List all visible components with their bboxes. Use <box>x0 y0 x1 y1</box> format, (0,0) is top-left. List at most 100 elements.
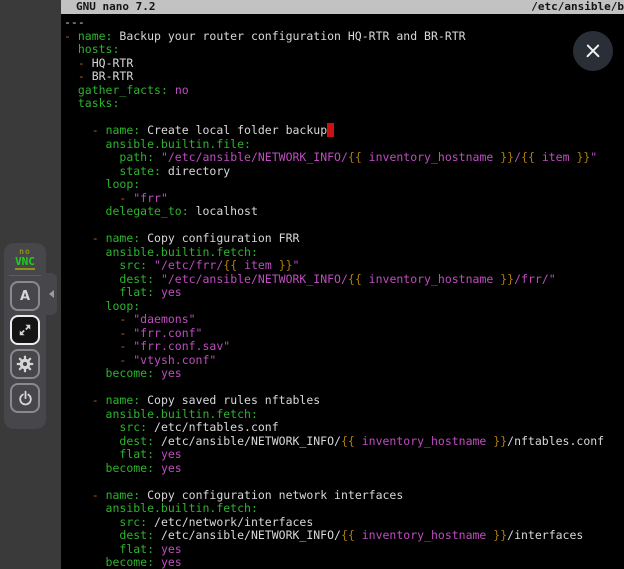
editor-line[interactable]: loop: <box>64 300 624 314</box>
code-token: dest: <box>119 272 154 286</box>
code-token: }} <box>500 272 514 286</box>
code-token <box>154 272 161 286</box>
code-token: name: <box>106 393 141 407</box>
code-token: --- <box>64 15 85 29</box>
code-token: become: <box>106 461 154 475</box>
code-token: BR-RTR <box>92 69 134 83</box>
code-token: name: <box>106 231 141 245</box>
control-bar-handle[interactable] <box>46 273 57 315</box>
code-token <box>154 461 161 475</box>
editor-line[interactable] <box>64 219 624 233</box>
code-token <box>64 137 106 151</box>
editor-line[interactable]: tasks: <box>64 97 624 111</box>
editor-line[interactable]: - "vtysh.conf" <box>64 354 624 368</box>
fullscreen-button[interactable] <box>10 315 40 345</box>
code-token: flat: <box>119 542 154 556</box>
extra-keys-button[interactable]: A <box>10 281 40 311</box>
editor-line[interactable]: - "daemons" <box>64 313 624 327</box>
nano-terminal[interactable]: GNU nano 7.2 /etc/ansible/b ---- name: B… <box>61 0 624 569</box>
editor-line[interactable]: - HQ-RTR <box>64 57 624 71</box>
editor-line[interactable] <box>64 381 624 395</box>
editor-line[interactable]: ansible.builtin.fetch: <box>64 502 624 516</box>
editor-line[interactable]: loop: <box>64 178 624 192</box>
novnc-logo: no VNC <box>15 248 35 270</box>
code-token: "/etc/ansible/NETWORK_INFO/ <box>161 272 348 286</box>
editor-line[interactable]: hosts: <box>64 43 624 57</box>
power-button[interactable] <box>10 383 40 413</box>
editor-line[interactable]: - name: Create local folder backup <box>64 124 624 138</box>
code-token: / <box>514 150 521 164</box>
code-token: - <box>78 69 92 83</box>
code-token: /interfaces <box>507 528 583 542</box>
editor-line[interactable]: ansible.builtin.file: <box>64 138 624 152</box>
editor-line[interactable]: flat: yes <box>64 543 624 557</box>
code-token: /nftables.conf <box>507 434 604 448</box>
editor-line[interactable]: - name: Copy configuration FRR <box>64 232 624 246</box>
code-token: no <box>175 83 189 97</box>
code-token: directory <box>161 164 230 178</box>
settings-button[interactable] <box>10 349 40 379</box>
editor-line[interactable]: dest: /etc/ansible/NETWORK_INFO/{{ inven… <box>64 435 624 449</box>
editor-line[interactable]: delegate_to: localhost <box>64 205 624 219</box>
code-token: path: <box>119 150 154 164</box>
novnc-control-bar: no VNC A <box>4 243 46 429</box>
editor-line[interactable]: - name: Copy configuration network inter… <box>64 489 624 503</box>
editor-line[interactable] <box>64 111 624 125</box>
code-token <box>64 501 106 515</box>
novnc-logo-vnc: VNC <box>15 256 35 270</box>
editor-line[interactable]: --- <box>64 16 624 30</box>
code-token: state: <box>119 164 161 178</box>
code-token: yes <box>161 447 182 461</box>
code-token <box>154 150 161 164</box>
editor-line[interactable]: - "frr.conf" <box>64 327 624 341</box>
code-token: hosts: <box>78 42 120 56</box>
code-token <box>168 83 175 97</box>
editor-line[interactable]: ansible.builtin.fetch: <box>64 408 624 422</box>
editor-line[interactable]: src: /etc/network/interfaces <box>64 516 624 530</box>
editor-line[interactable]: become: yes <box>64 462 624 476</box>
code-token <box>64 353 119 367</box>
editor-line[interactable]: src: "/etc/frr/{{ item }}" <box>64 259 624 273</box>
editor-line[interactable]: gather_facts: no <box>64 84 624 98</box>
code-token <box>64 366 106 380</box>
editor-line[interactable]: - "frr.conf.sav" <box>64 340 624 354</box>
code-token <box>154 447 161 461</box>
editor-line[interactable]: ansible.builtin.fetch: <box>64 246 624 260</box>
code-token: "frr.conf.sav" <box>133 339 230 353</box>
code-token: Backup your router configuration HQ-RTR … <box>112 29 465 43</box>
editor-line[interactable]: - "frr" <box>64 192 624 206</box>
code-token: flat: <box>119 447 154 461</box>
editor-line[interactable]: path: "/etc/ansible/NETWORK_INFO/{{ inve… <box>64 151 624 165</box>
editor-line[interactable]: dest: /etc/ansible/NETWORK_INFO/{{ inven… <box>64 529 624 543</box>
editor-line[interactable]: src: /etc/nftables.conf <box>64 421 624 435</box>
code-token: {{ <box>223 258 237 272</box>
editor-line[interactable]: become: yes <box>64 556 624 569</box>
code-token: src: <box>119 258 147 272</box>
editor-line[interactable]: flat: yes <box>64 448 624 462</box>
editor-line[interactable]: - BR-RTR <box>64 70 624 84</box>
code-token: - <box>119 353 133 367</box>
code-token <box>147 258 154 272</box>
close-button[interactable] <box>573 31 613 71</box>
code-token: yes <box>161 555 182 569</box>
code-token: {{ <box>341 434 355 448</box>
editor-line[interactable]: - name: Backup your router configuration… <box>64 30 624 44</box>
code-token: }} <box>493 434 507 448</box>
editor-area[interactable]: ---- name: Backup your router configurat… <box>61 14 624 569</box>
editor-line[interactable]: become: yes <box>64 367 624 381</box>
editor-line[interactable]: dest: "/etc/ansible/NETWORK_INFO/{{ inve… <box>64 273 624 287</box>
editor-line[interactable]: - name: Copy saved rules nftables <box>64 394 624 408</box>
code-token <box>64 542 119 556</box>
editor-line[interactable]: flat: yes <box>64 286 624 300</box>
code-token <box>64 312 119 326</box>
fullscreen-icon <box>18 323 32 337</box>
code-token: /etc/ansible/NETWORK_INFO/ <box>154 528 341 542</box>
code-token: - <box>92 231 106 245</box>
code-token: name: <box>106 488 141 502</box>
editor-line[interactable] <box>64 475 624 489</box>
code-token: {{ <box>348 272 362 286</box>
editor-line[interactable]: state: directory <box>64 165 624 179</box>
code-token: ansible.builtin.fetch: <box>106 501 258 515</box>
code-token <box>64 231 92 245</box>
code-token: {{ <box>521 150 535 164</box>
